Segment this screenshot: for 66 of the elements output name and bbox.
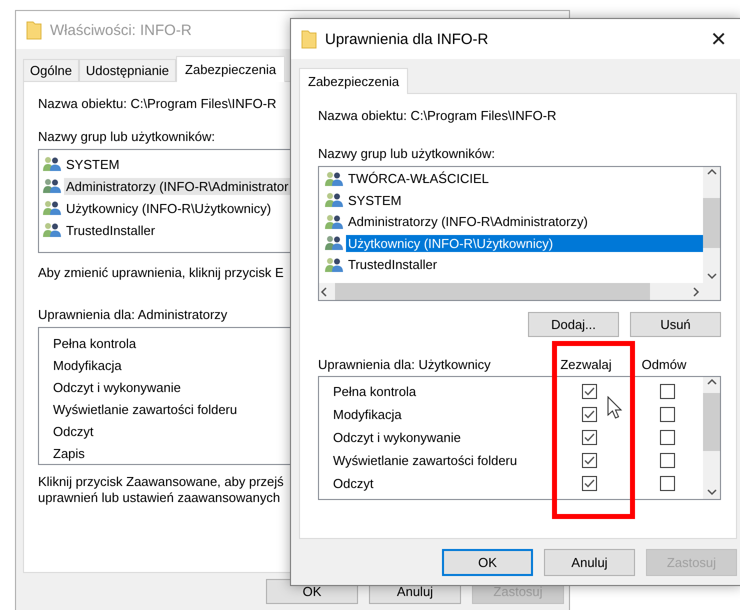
- tab[interactable]: Ogólne: [23, 59, 79, 81]
- allow-checkbox[interactable]: [582, 453, 596, 468]
- group-item[interactable]: TrustedInstaller: [346, 256, 703, 274]
- deny-checkbox[interactable]: [660, 453, 674, 468]
- advanced-hint: Kliknij przycisk Zaawansowane, aby przejś uprawnień lub ustawień zaawansowanych: [38, 474, 284, 506]
- group-item[interactable]: SYSTEM: [64, 156, 122, 172]
- object-name-label: Nazwa obiektu: C:\Program Files\INFO-R: [318, 108, 556, 124]
- permission-name: Odczyt: [53, 424, 94, 438]
- deny-checkbox[interactable]: [660, 430, 674, 445]
- window-title: Właściwości: INFO-R: [50, 22, 193, 38]
- deny-checkbox[interactable]: [660, 384, 674, 399]
- column-header: Zezwalaj: [559, 357, 613, 372]
- users-icon: [324, 192, 344, 208]
- object-name-label: Nazwa obiektu: C:\Program Files\INFO-R: [38, 96, 276, 112]
- users-icon: [324, 256, 344, 273]
- group-button[interactable]: Usuń: [630, 312, 721, 337]
- allow-checkbox[interactable]: [582, 476, 596, 491]
- permission-name: Odczyt i wykonywanie: [53, 380, 181, 394]
- group-item[interactable]: Administratorzy (INFO-R\Administrator: [64, 178, 290, 194]
- group-item[interactable]: TWÓRCA-WŁAŚCICIEL: [346, 170, 703, 188]
- edit-hint: Aby zmienić uprawnienia, kliknij przycisk E: [38, 265, 284, 281]
- groups-label: Nazwy grup lub użytkowników:: [318, 146, 496, 162]
- permission-name: Odczyt i wykonywanie: [333, 430, 461, 445]
- permission-name: Modyfikacja: [53, 358, 122, 372]
- group-item[interactable]: TrustedInstaller: [64, 222, 158, 238]
- permission-name: Odczyt: [333, 476, 374, 491]
- users-icon: [324, 235, 344, 252]
- tab[interactable]: Udostępnianie: [78, 59, 176, 81]
- tab[interactable]: Zabezpieczenia: [299, 68, 408, 94]
- tab[interactable]: Zabezpieczenia: [176, 56, 286, 82]
- allow-checkbox[interactable]: [582, 430, 596, 445]
- users-icon: [324, 214, 344, 230]
- permission-name: Modyfikacja: [333, 407, 402, 422]
- group-button[interactable]: Dodaj...: [528, 312, 619, 337]
- deny-checkbox[interactable]: [660, 407, 674, 422]
- users-icon: [324, 170, 344, 187]
- folder-icon: [301, 29, 317, 49]
- horizontal-scrollbar[interactable]: [319, 283, 720, 300]
- allow-checkbox[interactable]: [582, 384, 596, 399]
- group-item[interactable]: Użytkownicy (INFO-R\Użytkownicy): [64, 200, 274, 216]
- permission-name: Wyświetlanie zawartości folderu: [333, 453, 518, 468]
- column-header: Odmów: [640, 357, 688, 372]
- allow-checkbox[interactable]: [582, 407, 596, 422]
- permission-name: Wyświetlanie zawartości folderu: [53, 402, 238, 416]
- group-item[interactable]: Administratorzy (INFO-R\Administratorzy): [346, 213, 703, 230]
- groups-label: Nazwy grup lub użytkowników:: [38, 129, 216, 145]
- deny-checkbox[interactable]: [660, 476, 674, 491]
- group-item[interactable]: Użytkownicy (INFO-R\Użytkownicy): [346, 234, 703, 252]
- scrollbar[interactable]: [703, 167, 720, 283]
- permission-name: Pełna kontrola: [333, 384, 416, 399]
- dialog-button[interactable]: Anuluj: [544, 549, 635, 576]
- permission-name: Pełna kontrola: [53, 336, 136, 350]
- users-icon: [42, 178, 62, 194]
- group-item[interactable]: SYSTEM: [346, 192, 703, 209]
- users-icon: [42, 222, 62, 238]
- permissions-label: Uprawnienia dla: Administratorzy: [38, 307, 228, 323]
- folder-icon: [26, 20, 42, 40]
- users-icon: [42, 200, 62, 216]
- permission-name: Zapis: [53, 446, 85, 460]
- close-button[interactable]: ✕: [706, 27, 731, 51]
- cursor-icon: [607, 396, 623, 420]
- scrollbar[interactable]: [703, 377, 720, 499]
- dialog-button[interactable]: OK: [442, 549, 533, 576]
- permissions-label: Uprawnienia dla: Użytkownicy: [318, 357, 491, 372]
- window-title: Uprawnienia dla INFO-R: [325, 30, 490, 48]
- users-icon: [42, 156, 62, 172]
